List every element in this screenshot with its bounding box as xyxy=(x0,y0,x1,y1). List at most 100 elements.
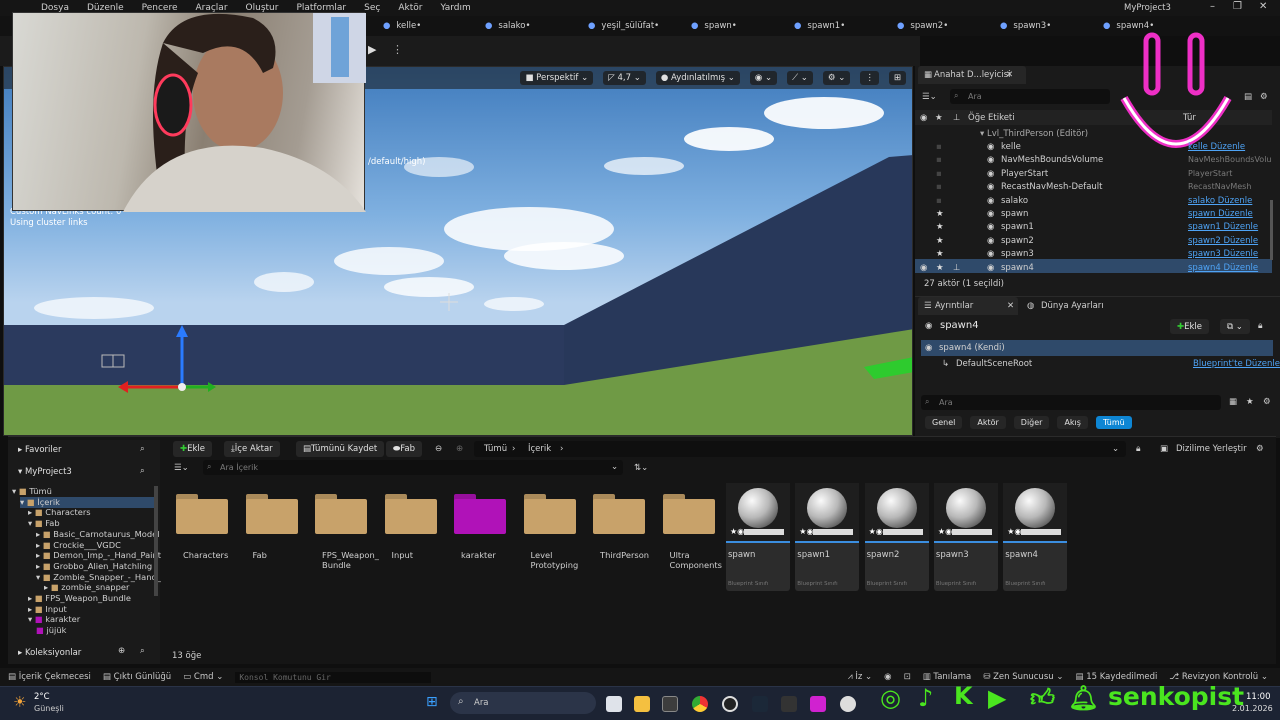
dock-in-layout-button[interactable]: Dizilime Yerleştir xyxy=(1176,444,1247,454)
outliner-row[interactable]: ★ ◉ spawn2 spawn2 Düzenle xyxy=(915,234,1272,247)
blueprint-options-button[interactable]: ⧉ ⌄ xyxy=(1220,319,1250,334)
visibility-eye-icon[interactable]: ◉ xyxy=(920,263,927,273)
asset-tile[interactable]: ★◉ spawn3 Blueprint Sınıfı xyxy=(933,483,998,591)
outliner-search-input[interactable]: ⌕ Ara xyxy=(950,89,1110,104)
filter-genel[interactable]: Genel xyxy=(925,416,963,429)
add-button[interactable]: ✚ Ekle xyxy=(173,441,213,457)
perspective-dropdown[interactable]: ■ Perspektif ⌄ xyxy=(520,71,594,85)
asset-tile[interactable]: ★◉ spawn Blueprint Sınıfı xyxy=(726,483,790,591)
star-icon[interactable]: ★ xyxy=(936,236,944,246)
asset-tile[interactable]: ★◉ spawn1 Blueprint Sınıfı xyxy=(795,483,860,591)
maximize-icon[interactable]: ❐ xyxy=(1233,1,1242,12)
favorite-star-icon[interactable]: ★◉ xyxy=(799,527,813,536)
tree-item[interactable]: ▸ ■ FPS_Weapon_Bundle xyxy=(28,593,131,604)
details-search-input[interactable]: ⌕ Ara xyxy=(921,395,1221,410)
edit-blueprint-link[interactable]: spawn2 Düzenle xyxy=(1188,236,1258,246)
folder-tile[interactable] xyxy=(315,494,367,534)
folder-tile[interactable] xyxy=(176,494,228,534)
filter-aktor[interactable]: Aktör xyxy=(970,416,1006,429)
favorite-star-icon[interactable]: ★◉ xyxy=(938,527,952,536)
visibility-eye-icon[interactable]: ◉ xyxy=(920,113,927,123)
favorite-star-icon[interactable]: ★◉ xyxy=(869,527,883,536)
snap-dropdown[interactable]: ⟋ ⌄ xyxy=(787,71,813,85)
import-button[interactable]: ⤓ İçe Aktar xyxy=(224,441,280,457)
epic-games-icon[interactable] xyxy=(781,696,797,712)
lock-icon[interactable]: 🔒︎ xyxy=(1258,321,1263,331)
asset-tile[interactable]: ★◉ spawn2 Blueprint Sınıfı xyxy=(864,483,929,591)
tree-scrollbar[interactable] xyxy=(154,486,158,596)
camera-icon[interactable]: ⊡ xyxy=(904,672,911,682)
outliner-row[interactable]: ▪ ◉ kelle kelle Düzenle xyxy=(915,140,1272,153)
expanded-arrow-icon[interactable]: ▾ xyxy=(36,572,43,582)
breadcrumb-all[interactable]: Tümü xyxy=(484,444,507,454)
folder-tile[interactable] xyxy=(523,494,576,534)
filter-diger[interactable]: Diğer xyxy=(1013,416,1050,429)
outliner-row[interactable]: ▪ ◉ salako salako Düzenle xyxy=(915,194,1272,207)
tree-item[interactable]: ▸ ■ Crockie___VGDC xyxy=(36,540,121,551)
expanded-arrow-icon[interactable]: ▾ xyxy=(28,614,35,624)
app-purple-icon[interactable] xyxy=(810,696,826,712)
edit-blueprint-link[interactable]: spawn3 Düzenle xyxy=(1188,249,1258,259)
edit-in-blueprint-link[interactable]: Blueprint'te Düzenle xyxy=(1193,359,1280,369)
outliner-row[interactable]: ▪ ◉ RecastNavMesh-Default RecastNavMesh xyxy=(915,180,1272,193)
tab-details[interactable]: ☰ Ayrıntılar ✕ xyxy=(918,297,1018,315)
folder-tile[interactable] xyxy=(384,494,437,534)
trace-dropdown[interactable]: ⩘ İz ⌄ xyxy=(848,672,872,682)
breadcrumb-content[interactable]: İçerik xyxy=(528,444,551,454)
star-icon[interactable]: ★ xyxy=(936,263,944,273)
store-icon[interactable] xyxy=(662,696,678,712)
minimize-icon[interactable]: – xyxy=(1210,1,1215,12)
search-icon[interactable]: ⌕ xyxy=(140,646,145,656)
unstarred-icon[interactable]: ▪ xyxy=(936,196,942,206)
tree-item[interactable]: ▸ ■ Grobbo_Alien_Hatchling xyxy=(36,561,152,572)
windows-start-icon[interactable]: ⊞ xyxy=(426,694,438,710)
content-drawer-button[interactable]: ▤ İçerik Çekmecesi xyxy=(8,672,91,682)
collapsed-arrow-icon[interactable]: ▸ xyxy=(28,604,35,614)
tab-spawn1[interactable]: ● spawn1• xyxy=(794,21,845,31)
tab-spawn2[interactable]: ● spawn2• xyxy=(897,21,948,31)
filter-akis[interactable]: Akış xyxy=(1057,416,1088,429)
collapsed-arrow-icon[interactable]: ▸ xyxy=(36,561,43,571)
add-collection-icon[interactable]: ⊕ xyxy=(118,646,125,656)
task-view-icon[interactable] xyxy=(606,696,622,712)
tree-item[interactable]: ■ jüjük xyxy=(36,625,66,636)
tab-salako[interactable]: ● salako• xyxy=(485,21,530,31)
favorites-header[interactable]: ▸ Favoriler xyxy=(18,445,61,455)
show-dropdown[interactable]: ◉ ⌄ xyxy=(749,71,778,85)
folder-tile[interactable] xyxy=(662,494,715,534)
tree-item[interactable]: ▾ ■ Zombie_Snapper_-_Hand_ xyxy=(36,572,161,583)
collections-header[interactable]: ▸ Koleksiyonlar xyxy=(18,648,81,658)
obs-icon[interactable] xyxy=(722,696,738,712)
settings-gear-icon[interactable]: ⚙ xyxy=(1263,397,1271,407)
expanded-arrow-icon[interactable]: ▾ xyxy=(12,486,19,496)
tree-item[interactable]: ▾ ■ Fab xyxy=(28,518,60,529)
project-header[interactable]: ▾ MyProject3 xyxy=(18,467,72,477)
close-icon[interactable]: ✕ xyxy=(1259,1,1267,12)
search-icon[interactable]: ⌕ xyxy=(140,444,145,454)
lit-mode-dropdown[interactable]: ● Aydınlatılmış ⌄ xyxy=(655,71,740,85)
edit-blueprint-link[interactable]: salako Düzenle xyxy=(1188,196,1252,206)
edit-blueprint-link[interactable]: spawn Düzenle xyxy=(1188,209,1253,219)
folder-tile[interactable] xyxy=(454,494,506,534)
back-arrow-icon[interactable]: ⊖ xyxy=(435,444,442,454)
add-folder-icon[interactable]: ▤ xyxy=(1244,92,1252,102)
folder-tile[interactable] xyxy=(593,494,645,534)
unreal-engine-icon[interactable] xyxy=(840,696,856,712)
unstarred-icon[interactable]: ▪ xyxy=(936,182,942,192)
viewport-options-button[interactable]: ⋮ xyxy=(860,71,879,85)
close-tab-icon[interactable]: ✕ xyxy=(1006,70,1013,80)
tree-item[interactable]: ▾ ■ karakter xyxy=(28,614,80,625)
edit-blueprint-link[interactable]: spawn1 Düzenle xyxy=(1188,222,1258,232)
clock-time[interactable]: 11:00 xyxy=(1246,692,1271,702)
close-tab-icon[interactable]: ✕ xyxy=(1007,301,1014,311)
edit-blueprint-link[interactable]: spawn4 Düzenle xyxy=(1188,263,1258,273)
steam-icon[interactable] xyxy=(752,696,768,712)
star-icon[interactable]: ★ xyxy=(935,113,943,123)
tree-item[interactable]: ▸ ■ zombie_snapper xyxy=(44,582,129,593)
collapsed-arrow-icon[interactable]: ▸ xyxy=(36,529,43,539)
component-self-row[interactable]: ◉ spawn4 (Kendi) xyxy=(921,340,1273,356)
outliner-row[interactable]: ◉ ⊥ ★ ◉ spawn4 spawn4 Düzenle xyxy=(915,261,1272,274)
star-icon[interactable]: ★ xyxy=(936,209,944,219)
revision-control-dropdown[interactable]: ⎇ Revizyon Kontrolü ⌄ xyxy=(1169,672,1268,682)
favorite-star-icon[interactable]: ★◉ xyxy=(1007,527,1021,536)
